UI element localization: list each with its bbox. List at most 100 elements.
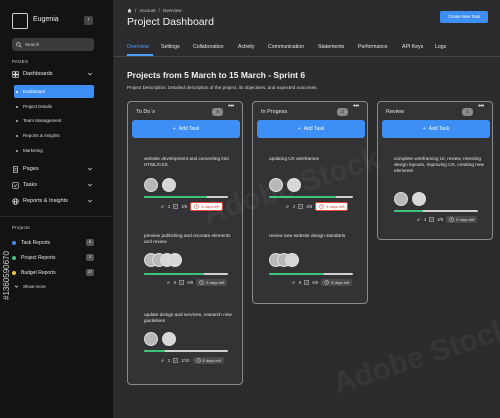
pages-section-label: PAGES — [12, 59, 29, 64]
plus-icon: + — [297, 126, 301, 132]
search-input[interactable]: Search — [12, 38, 94, 51]
tab-settings[interactable]: Settings — [161, 44, 180, 50]
due-label: 5 days left — [456, 217, 475, 222]
attachment-count: 2 — [168, 204, 171, 209]
search-icon — [16, 41, 22, 48]
clock-icon — [194, 204, 199, 209]
add-task-button[interactable]: + Add Task — [132, 120, 240, 138]
tab-logs[interactable]: Logs — [435, 44, 446, 50]
avatar — [412, 192, 426, 206]
subtask-count: 4/6 — [306, 204, 313, 209]
sidebar-item-team-management[interactable]: Team Management — [14, 115, 94, 126]
progress-fill — [144, 196, 207, 198]
add-task-label: Add Task — [178, 126, 200, 132]
add-task-button[interactable]: + Add Task — [382, 120, 490, 138]
chevron-down-icon — [87, 183, 93, 187]
paperclip-icon — [286, 204, 290, 209]
plus-icon: + — [422, 126, 426, 132]
sidebar-item-marketing[interactable]: Marketing — [14, 145, 94, 156]
chevron-down-icon — [87, 167, 93, 171]
progress-fill — [144, 350, 165, 352]
project-item-task-reports[interactable]: Task Reports 6 — [12, 238, 94, 247]
progress-bar — [269, 196, 353, 198]
add-task-button[interactable]: + Add Task — [257, 120, 365, 138]
sidebar-item-label: Dashboard — [23, 89, 46, 94]
avatar — [168, 253, 182, 267]
checkbox-icon — [173, 204, 179, 209]
tab-communication[interactable]: Communication — [268, 44, 304, 50]
plus-icon: + — [172, 126, 176, 132]
sidebar-item-label: Dashboards — [23, 71, 53, 77]
column-title: To Do`s — [136, 109, 155, 115]
due-label: 5 days left — [206, 280, 225, 285]
column-count-badge: 4 — [212, 108, 223, 116]
due-badge: 5 days left — [446, 216, 478, 223]
tasks-icon — [12, 181, 19, 189]
checkbox-icon — [179, 280, 185, 285]
search-placeholder: Search — [25, 42, 40, 47]
status-dot-icon — [12, 255, 16, 260]
tab-performance[interactable]: Performance — [358, 44, 388, 50]
column-count-badge: 2 — [337, 108, 348, 116]
task-title: complete wireframing UI, review, retesti… — [394, 156, 484, 173]
sidebar-item-reports-insights[interactable]: Reports & Insights — [12, 196, 96, 206]
show-more-link[interactable]: Show more — [14, 284, 46, 289]
sidebar-item-project-details[interactable]: Project Details — [14, 101, 94, 112]
more-options-icon[interactable]: ••• — [478, 103, 484, 110]
progress-bar — [144, 350, 228, 352]
create-new-task-button[interactable]: Create New Task — [440, 11, 488, 23]
project-label: Project Reports — [21, 254, 56, 261]
sidebar-item-pages[interactable]: Pages — [12, 164, 96, 174]
home-icon[interactable] — [127, 8, 132, 13]
tab-collaboration[interactable]: Collaboration — [193, 44, 224, 50]
project-count-badge: 2 — [86, 254, 94, 261]
project-item-project-reports[interactable]: Project Reports 2 — [12, 253, 94, 262]
checkbox-icon — [298, 204, 304, 209]
more-options-icon[interactable]: ••• — [353, 103, 359, 110]
breadcrumb: / Account / Overview — [127, 8, 182, 13]
globe-icon — [12, 197, 19, 205]
attachment-count: 2 — [168, 358, 171, 363]
due-badge: 6 days left — [192, 357, 224, 364]
breadcrumb-account[interactable]: Account — [139, 8, 155, 13]
due-label: 6 days left — [202, 358, 221, 363]
column-todo: To Do`s 4 ••• + Add Task website developm… — [127, 101, 243, 385]
avatar — [394, 192, 408, 206]
project-count-badge: 37 — [86, 269, 94, 276]
sidebar-item-label: Team Management — [23, 118, 62, 123]
attachment-count: 6 — [299, 280, 302, 285]
pages-icon — [13, 165, 18, 173]
clock-icon — [199, 280, 204, 285]
column-review: Review 1 ••• + Add Task complete wirefram… — [377, 101, 493, 240]
collapse-sidebar-button[interactable]: ‹ — [84, 16, 93, 25]
avatar — [144, 178, 158, 192]
sidebar-item-reports-insights-sub[interactable]: Reports & Insights — [14, 130, 94, 141]
sidebar-item-dashboard[interactable]: Dashboard — [14, 85, 94, 98]
bullet-icon — [16, 134, 18, 137]
checkbox-icon — [304, 280, 310, 285]
due-label: 3 days left — [201, 204, 220, 209]
task-title: updating UX wireframes — [269, 156, 320, 161]
tab-activity[interactable]: Activity — [238, 44, 254, 50]
tab-overview[interactable]: Overview — [127, 44, 149, 50]
column-count-badge: 1 — [462, 108, 473, 116]
sidebar: Eugenia ‹ Search PAGES Dashboards Dashbo… — [0, 0, 114, 418]
breadcrumb-overview[interactable]: Overview — [163, 8, 182, 13]
sidebar-item-tasks[interactable]: Tasks — [12, 180, 96, 190]
tab-api-keys[interactable]: API Keys — [402, 44, 423, 50]
clock-icon — [449, 217, 454, 222]
sidebar-item-label: Marketing — [23, 148, 43, 153]
progress-bar — [144, 273, 228, 275]
sidebar-item-dashboards[interactable]: Dashboards — [12, 69, 96, 79]
bullet-icon — [16, 119, 18, 122]
project-item-budget-reports[interactable]: Budget Reports 37 — [12, 268, 94, 277]
chevron-down-icon — [14, 285, 19, 288]
sidebar-item-label: Reports & Insights — [23, 198, 68, 204]
progress-fill — [269, 196, 337, 198]
tab-statements[interactable]: Statements — [318, 44, 344, 50]
subtask-count: 6/8 — [187, 280, 194, 285]
progress-fill — [269, 273, 325, 275]
more-options-icon[interactable]: ••• — [228, 103, 234, 110]
projects-section-label: Projects — [12, 225, 30, 230]
add-task-label: Add Task — [428, 126, 450, 132]
